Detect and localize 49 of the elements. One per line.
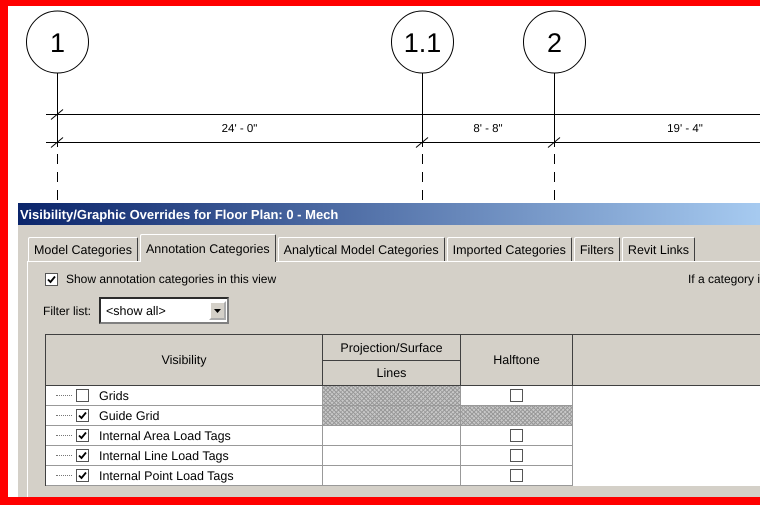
checkbox-label: Show annotation categories in this view — [66, 272, 276, 286]
tab[interactable]: Imported Categories — [446, 237, 572, 261]
dropdown-button[interactable] — [209, 301, 226, 320]
tab[interactable]: Filters — [574, 237, 620, 261]
column-header: Halftone — [461, 335, 573, 386]
column-header: Projection/Surface — [323, 335, 461, 361]
column-header: Visibility — [46, 335, 323, 386]
dimension-text: 8' - 8" — [473, 123, 503, 135]
tree-line — [56, 455, 72, 456]
hint-text: If a category i — [688, 272, 760, 286]
checkbox[interactable] — [510, 469, 523, 482]
grid-line-extension — [57, 154, 58, 200]
checkbox[interactable] — [510, 389, 523, 402]
filter-label: Filter list: — [43, 304, 91, 318]
category-name: Internal Area Load Tags — [99, 428, 231, 442]
tree-line — [56, 435, 72, 436]
category-name: Guide Grid — [99, 408, 160, 422]
checkbox[interactable] — [76, 389, 89, 402]
dimension-text: 19' - 4" — [667, 123, 703, 135]
grid-label: 1.1 — [404, 28, 442, 58]
category-name: Internal Line Load Tags — [99, 448, 229, 462]
category-name: Grids — [99, 388, 129, 402]
checkbox[interactable] — [45, 272, 58, 286]
tree-line — [56, 475, 72, 476]
tab[interactable]: Revit Links — [622, 237, 696, 261]
category-name: Internal Point Load Tags — [99, 468, 234, 482]
grid-label: 2 — [546, 28, 562, 58]
grid-bubble — [26, 10, 89, 74]
grid-line-extension — [422, 154, 423, 200]
tree-line — [56, 395, 72, 396]
grid-line-extension — [554, 154, 555, 200]
tab[interactable]: Model Categories — [28, 237, 138, 261]
checkbox[interactable] — [76, 409, 89, 422]
checkbox[interactable] — [510, 449, 523, 462]
checkbox[interactable] — [76, 449, 89, 462]
checkbox[interactable] — [76, 469, 89, 482]
grid-bubble — [523, 10, 586, 74]
tab[interactable]: Analytical Model Categories — [278, 237, 445, 261]
dimension-text: 24' - 0" — [222, 123, 258, 135]
checkbox[interactable] — [76, 429, 89, 442]
grid-label: 1 — [50, 28, 66, 58]
filter-dropdown[interactable]: <show all> — [99, 297, 229, 324]
column-header: Lines — [323, 361, 461, 386]
checkbox[interactable] — [510, 429, 523, 442]
dialog-title: Visibility/Graphic Overrides for Floor Plan: 0 - Mech — [20, 206, 338, 222]
grid-bubble — [391, 10, 454, 74]
tab[interactable]: Annotation Categories — [140, 234, 276, 262]
caret-icon — [214, 308, 221, 312]
tree-line — [56, 415, 72, 416]
